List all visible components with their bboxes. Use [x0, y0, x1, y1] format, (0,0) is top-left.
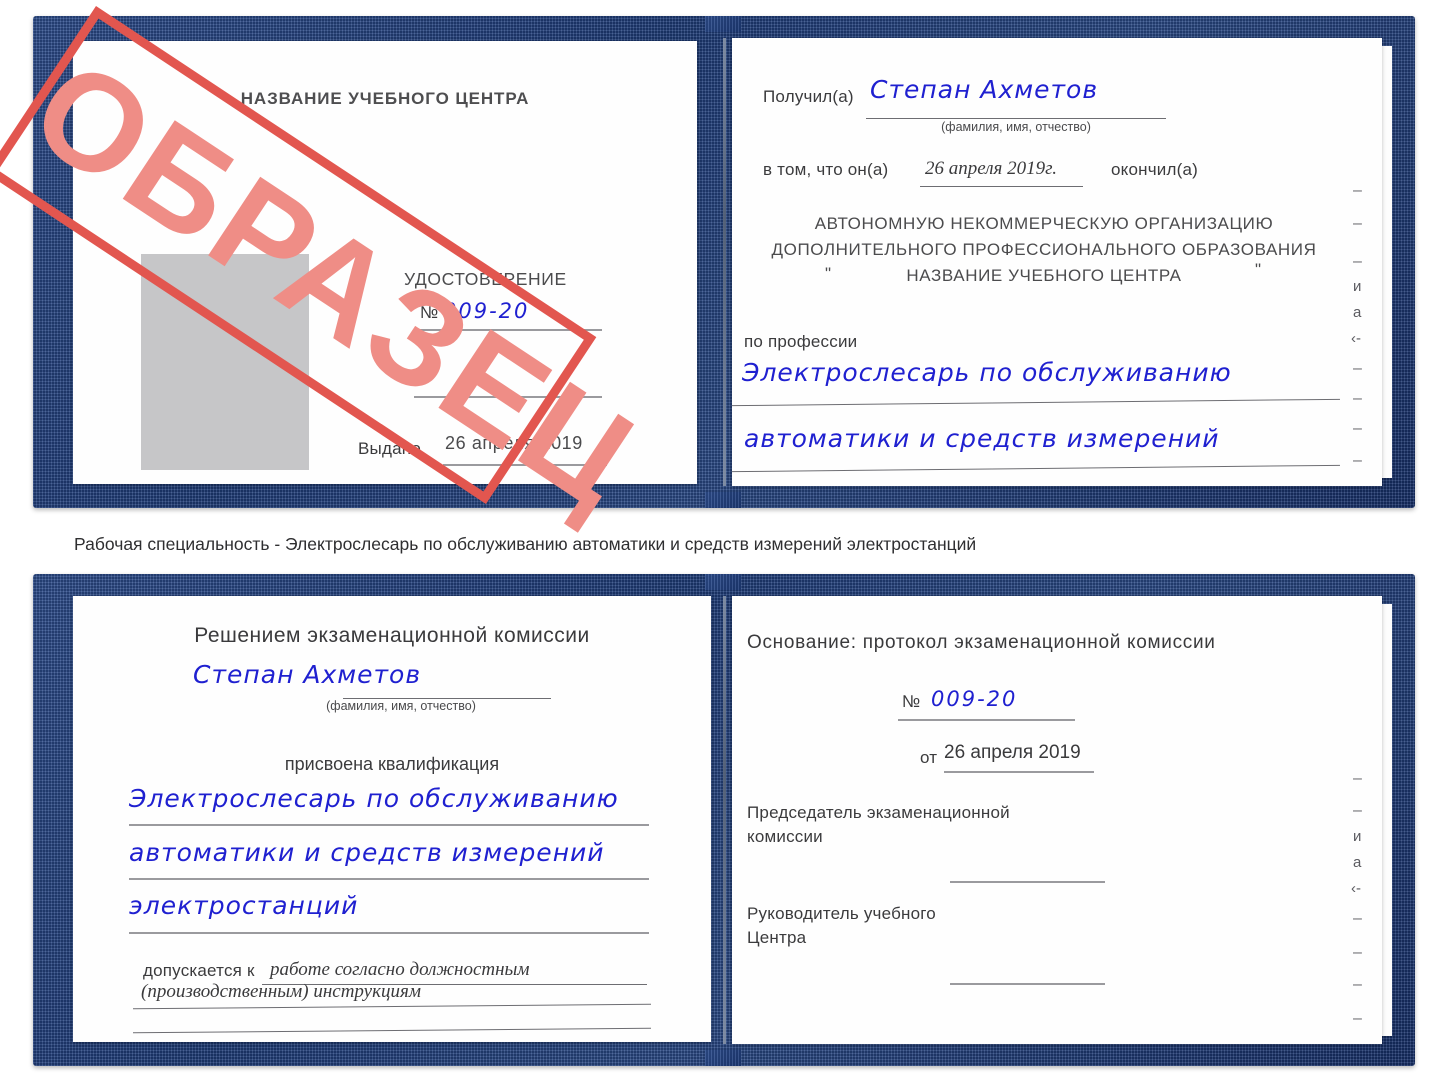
caption-text: Рабочая специальность - Электрослесарь п…	[74, 534, 977, 554]
margin-ghost-dash-2: –	[1353, 215, 1362, 232]
qualification-rule-3	[129, 932, 649, 934]
training-center-header: НАЗВАНИЕ УЧЕБНОГО ЦЕНТРА	[240, 89, 530, 108]
head-label-line-2: Центра	[747, 928, 807, 947]
qualification-rule-1	[129, 824, 649, 826]
margin-ghost-dash-6: –	[1353, 420, 1362, 437]
fio-hint: (фамилия, имя, отчество)	[941, 120, 1091, 134]
margin-ghost-dash-4: –	[1353, 360, 1362, 377]
profession-rule-1	[732, 398, 1340, 407]
protocol-date-rule	[944, 771, 1094, 773]
recipient-rule	[866, 118, 1166, 120]
protocol-number-label: №	[902, 692, 921, 711]
fio-hint-bottom: (фамилия, имя, отчество)	[326, 699, 476, 713]
margin-ghost-arrow-b: ‹-	[1351, 880, 1361, 897]
issued-rule	[443, 464, 607, 466]
protocol-number-value: 009-20	[931, 687, 1018, 711]
protocol-date-label: от	[920, 748, 938, 767]
margin-ghost-dash-b5: –	[1353, 976, 1362, 993]
completion-date-rule	[920, 186, 1083, 188]
organization-line-1: АВТОНОМНУЮ НЕКОММЕРЧЕСКУЮ ОРГАНИЗАЦИЮ	[814, 214, 1274, 233]
issued-label: Выдано	[358, 439, 421, 458]
margin-ghost-i: и	[1353, 278, 1362, 295]
spine-tab-top-2	[705, 574, 741, 590]
spine-tab-top	[705, 16, 741, 32]
photo-placeholder	[141, 254, 309, 470]
received-label: Получил(а)	[763, 87, 854, 106]
recipient-name: Степан Ахметов	[870, 75, 1099, 104]
margin-ghost-a-b: а	[1353, 854, 1362, 871]
top-left-page: НАЗВАНИЕ УЧЕБНОГО ЦЕНТРА УДОСТОВЕРЕНИЕ №…	[73, 41, 697, 484]
seal-label: М.П.	[197, 481, 234, 484]
qualified-person-name: Степан Ахметов	[193, 660, 422, 689]
top-right-page: Получил(а) Степан Ахметов (фамилия, имя,…	[732, 38, 1382, 486]
margin-ghost-dash-1: –	[1353, 182, 1362, 199]
organization-line-2: ДОПОЛНИТЕЛЬНОГО ПРОФЕССИОНАЛЬНОГО ОБРАЗО…	[771, 240, 1317, 259]
quote-close: "	[1255, 260, 1262, 279]
bottom-right-page: Основание: протокол экзаменационной коми…	[732, 596, 1382, 1044]
qualification-rule-2	[129, 878, 649, 880]
qualification-line-2: автоматики и средств измерений	[129, 838, 605, 867]
issued-date: 26 апреля 2019	[445, 433, 583, 453]
finished-label: окончил(а)	[1111, 160, 1198, 179]
qualification-label: присвоена квалификация	[284, 754, 500, 774]
profession-line-3: электростанций	[744, 483, 973, 486]
profession-label: по профессии	[744, 332, 858, 351]
completion-date: 26 апреля 2019г.	[925, 158, 1057, 179]
certificate-bottom-spread: Решением экзаменационной комиссии Степан…	[33, 574, 1415, 1066]
spine-tab-bottom-2	[705, 1050, 741, 1066]
chairman-label-line-1: Председатель экзаменационной	[747, 803, 1010, 822]
basis-label: Основание: протокол экзаменационной коми…	[747, 632, 1216, 653]
profession-line-1: Электрослесарь по обслуживанию	[742, 358, 1232, 387]
allowed-rule-3	[133, 1027, 651, 1034]
protocol-date-value: 26 апреля 2019	[944, 742, 1081, 763]
margin-ghost-dash-b2: –	[1353, 802, 1362, 819]
certificate-title: УДОСТОВЕРЕНИЕ	[404, 269, 567, 289]
head-label-line-1: Руководитель учебного	[747, 904, 936, 923]
margin-ghost-dash-b3: –	[1353, 910, 1362, 927]
qualification-line-3: электростанций	[129, 891, 359, 920]
commission-decision-header: Решением экзаменационной комиссии	[194, 624, 590, 647]
in-that-label: в том, что он(а)	[763, 160, 889, 179]
allowed-rule-2	[133, 1003, 651, 1010]
blank-rule-1	[414, 396, 602, 398]
margin-ghost-dash-b4: –	[1353, 944, 1362, 961]
chairman-label-line-2: комиссии	[747, 827, 823, 846]
number-rule	[417, 329, 602, 331]
margin-ghost-a: а	[1353, 304, 1362, 321]
number-label: №	[420, 303, 439, 322]
spine-tab-bottom	[705, 492, 741, 508]
bottom-left-page: Решением экзаменационной комиссии Степан…	[73, 596, 711, 1042]
margin-ghost-dash-b1: –	[1353, 770, 1362, 787]
qualification-line-1: Электрослесарь по обслуживанию	[129, 784, 619, 813]
head-signature-rule	[950, 983, 1105, 985]
margin-ghost-dash-3: –	[1353, 253, 1362, 270]
margin-ghost-arrow: ‹-	[1351, 330, 1361, 347]
organization-line-3: НАЗВАНИЕ УЧЕБНОГО ЦЕНТРА	[906, 266, 1182, 285]
margin-ghost-dash-5: –	[1353, 390, 1362, 407]
allowed-label: допускается к	[143, 961, 255, 980]
protocol-number-rule	[898, 719, 1075, 721]
certificate-number: 009-20	[443, 299, 530, 323]
margin-ghost-dash-7: –	[1353, 452, 1362, 469]
allowed-value-line-2: (производственным) инструкциям	[141, 981, 421, 1002]
allowed-value-line-1: работе согласно должностным	[270, 959, 530, 980]
profession-line-2: автоматики и средств измерений	[744, 424, 1220, 453]
certificate-top-spread: НАЗВАНИЕ УЧЕБНОГО ЦЕНТРА УДОСТОВЕРЕНИЕ №…	[33, 16, 1415, 508]
chairman-signature-rule	[950, 881, 1105, 883]
margin-ghost-i-b: и	[1353, 828, 1362, 845]
profession-rule-2	[732, 464, 1340, 473]
margin-ghost-dash-b6: –	[1353, 1010, 1362, 1027]
